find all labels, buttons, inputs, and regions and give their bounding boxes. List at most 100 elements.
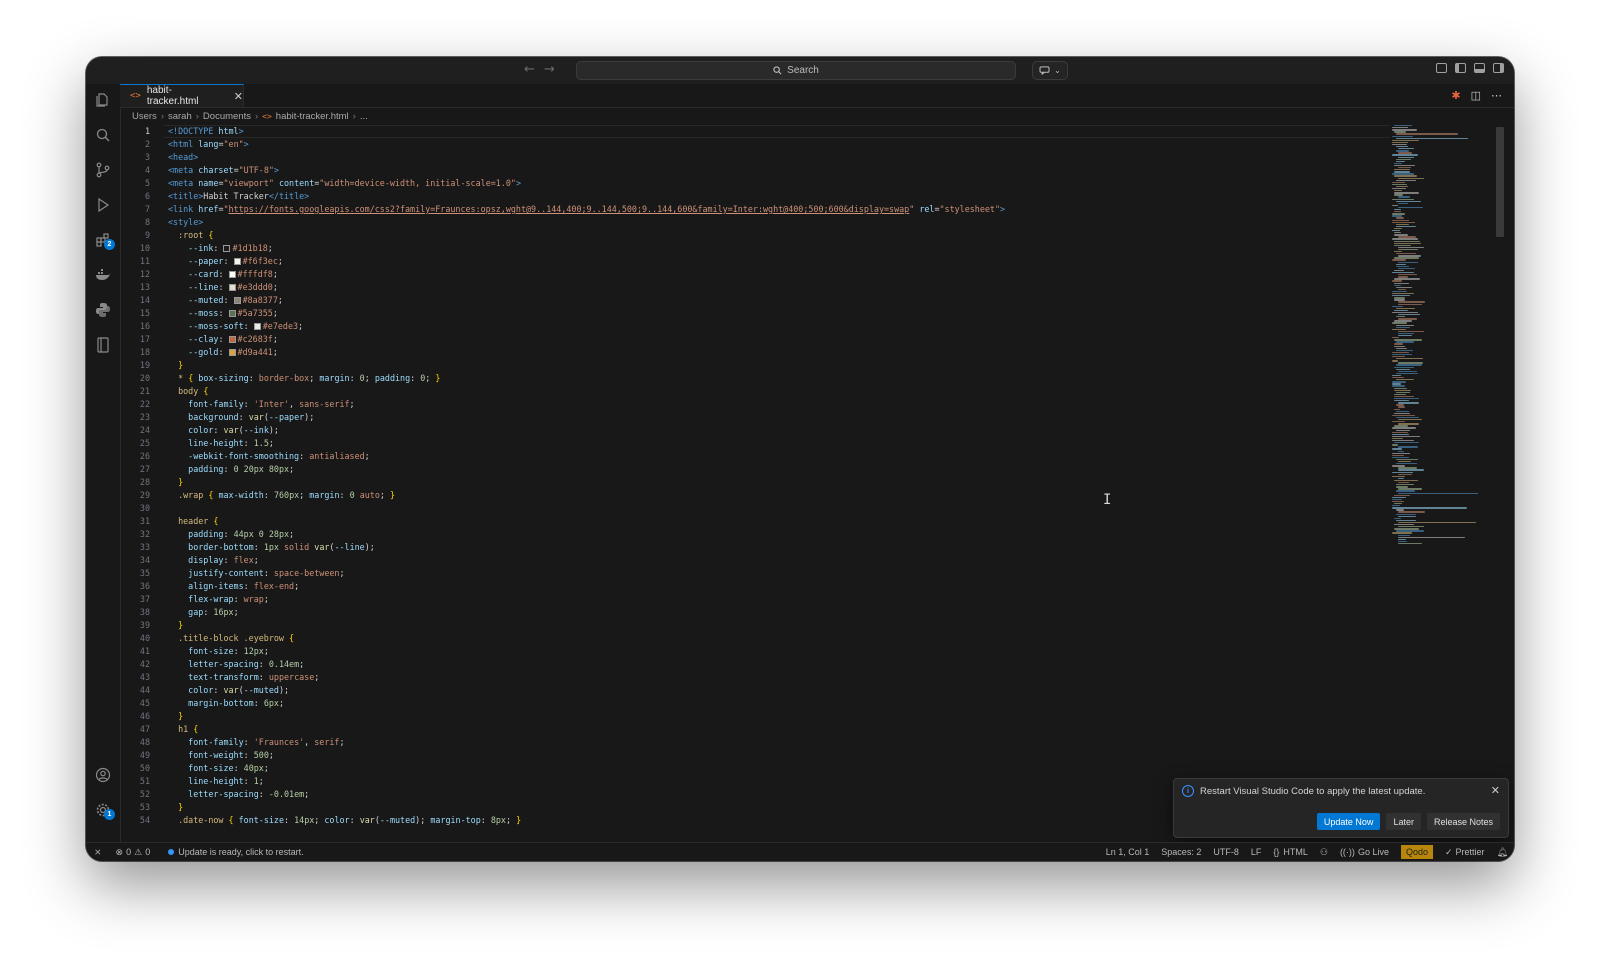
encoding[interactable]: UTF-8 (1213, 847, 1239, 857)
color-swatch[interactable] (233, 297, 241, 304)
code-line[interactable]: 28 } (120, 476, 1390, 489)
code-line[interactable]: 15 --moss: #5a7355; (120, 307, 1390, 320)
go-live[interactable]: ((·)) Go Live (1340, 847, 1389, 857)
code-line[interactable]: 2 <html lang="en"> (120, 138, 1390, 151)
code-line[interactable]: 47 h1 { (120, 723, 1390, 736)
code-line[interactable]: 7 <link href="https://fonts.googleapis.co… (120, 203, 1390, 216)
code-line[interactable]: 38 gap: 16px; (120, 606, 1390, 619)
color-swatch[interactable] (228, 349, 236, 356)
code-line[interactable]: 23 background: var(--paper); (120, 411, 1390, 424)
code-line[interactable]: 5 <meta name="viewport" content="width=de… (120, 177, 1390, 190)
code-line[interactable]: 48 font-family: 'Fraunces', serif; (120, 736, 1390, 749)
problems-indicator[interactable]: ⊗ 0 ⚠ 0 (116, 847, 151, 858)
code-line[interactable]: 3 <head> (120, 151, 1390, 164)
python-icon[interactable] (86, 296, 120, 324)
toggle-secondary-sidebar-icon[interactable] (1493, 63, 1504, 73)
code-line[interactable]: 20 * { box-sizing: border-box; margin: 0… (120, 372, 1390, 385)
release-notes-button[interactable]: Release Notes (1426, 813, 1500, 830)
vertical-scrollbar[interactable] (1496, 127, 1504, 237)
code-line[interactable]: 27 padding: 0 20px 80px; (120, 463, 1390, 476)
later-button[interactable]: Later (1386, 813, 1421, 830)
code-line[interactable]: 31 header { (120, 515, 1390, 528)
breadcrumb-item[interactable]: sarah (168, 111, 192, 122)
code-line[interactable]: 35 justify-content: space-between; (120, 567, 1390, 580)
code-line[interactable]: 10 --ink: #1d1b18; (120, 242, 1390, 255)
code-line[interactable]: 14 --muted: #8a8377; (120, 294, 1390, 307)
claude-icon[interactable]: ✱ (1451, 89, 1460, 102)
code-editor[interactable]: 1 <!DOCTYPE html> 2 <html lang="en"> 3 <head>… (120, 125, 1390, 843)
code-line[interactable]: 34 display: flex; (120, 554, 1390, 567)
minimap[interactable] (1390, 125, 1478, 545)
code-line[interactable]: 6 <title>Habit Tracker</title> (120, 190, 1390, 203)
run-debug-icon[interactable] (86, 191, 120, 219)
code-line[interactable]: 18 --gold: #d9a441; (120, 346, 1390, 359)
notebook-icon[interactable] (86, 331, 120, 359)
code-line[interactable]: 39 } (120, 619, 1390, 632)
code-line[interactable]: 32 padding: 44px 0 28px; (120, 528, 1390, 541)
customize-layout-icon[interactable] (1436, 63, 1447, 73)
code-line[interactable]: 21 body { (120, 385, 1390, 398)
split-editor-icon[interactable]: ◫ (1471, 89, 1481, 102)
indentation[interactable]: Spaces: 2 (1161, 847, 1201, 857)
color-swatch[interactable] (228, 310, 236, 317)
qodo-status[interactable]: Qodo (1400, 845, 1433, 859)
code-line[interactable]: 4 <meta charset="UTF-8"> (120, 164, 1390, 177)
code-line[interactable]: 13 --line: #e3ddd0; (120, 281, 1390, 294)
code-line[interactable]: 29 .wrap { max-width: 760px; margin: 0 a… (120, 489, 1390, 502)
language-mode[interactable]: {} HTML (1273, 847, 1308, 857)
command-center-search[interactable]: Search (576, 61, 1016, 80)
code-line[interactable]: 37 flex-wrap: wrap; (120, 593, 1390, 606)
extensions-icon[interactable]: 2 (86, 226, 120, 254)
code-line[interactable]: 12 --card: #fffdf8; (120, 268, 1390, 281)
code-line[interactable]: 11 --paper: #f6f3ec; (120, 255, 1390, 268)
toggle-primary-sidebar-icon[interactable] (1455, 63, 1466, 73)
update-now-button[interactable]: Update Now (1316, 813, 1381, 830)
color-swatch[interactable] (223, 245, 231, 252)
notifications-bell-icon[interactable]: 🔔︎ (1497, 847, 1508, 858)
code-line[interactable]: 17 --clay: #c2683f; (120, 333, 1390, 346)
code-line[interactable]: 9 :root { (120, 229, 1390, 242)
accounts-icon[interactable] (86, 761, 120, 789)
breadcrumb-item[interactable]: Users (132, 111, 157, 122)
code-line[interactable]: 49 font-weight: 500; (120, 749, 1390, 762)
manage-gear-icon[interactable]: 1 (86, 796, 120, 824)
code-line[interactable]: 1 <!DOCTYPE html> (120, 125, 1390, 138)
code-line[interactable]: 16 --moss-soft: #e7ede3; (120, 320, 1390, 333)
docker-icon[interactable] (86, 261, 120, 289)
close-icon[interactable]: ✕ (1491, 784, 1500, 797)
code-line[interactable]: 50 font-size: 40px; (120, 762, 1390, 775)
code-line[interactable]: 44 color: var(--muted); (120, 684, 1390, 697)
breadcrumb-item[interactable]: habit-tracker.html (276, 111, 349, 122)
cursor-position[interactable]: Ln 1, Col 1 (1106, 847, 1150, 857)
code-line[interactable]: 36 align-items: flex-end; (120, 580, 1390, 593)
code-line[interactable]: 26 -webkit-font-smoothing: antialiased; (120, 450, 1390, 463)
tab-habit-tracker[interactable]: <> habit-tracker.html ✕ (120, 84, 244, 107)
color-swatch[interactable] (253, 323, 261, 330)
code-line[interactable]: 43 text-transform: uppercase; (120, 671, 1390, 684)
color-swatch[interactable] (228, 284, 236, 291)
code-line[interactable]: 40 .title-block .eyebrow { (120, 632, 1390, 645)
code-line[interactable]: 22 font-family: 'Inter', sans-serif; (120, 398, 1390, 411)
color-swatch[interactable] (228, 336, 236, 343)
code-line[interactable]: 33 border-bottom: 1px solid var(--line); (120, 541, 1390, 554)
breadcrumb-item[interactable]: ... (360, 111, 368, 122)
search-icon[interactable] (86, 121, 120, 149)
color-swatch[interactable] (228, 271, 236, 278)
code-line[interactable]: 42 letter-spacing: 0.14em; (120, 658, 1390, 671)
code-line[interactable]: 24 color: var(--ink); (120, 424, 1390, 437)
code-line[interactable]: 46 } (120, 710, 1390, 723)
code-line[interactable]: 25 line-height: 1.5; (120, 437, 1390, 450)
forward-arrow-icon[interactable]: → (544, 62, 555, 77)
explorer-icon[interactable] (86, 86, 120, 114)
remote-indicator-icon[interactable]: ⨯ (86, 847, 108, 858)
source-control-icon[interactable] (86, 156, 120, 184)
copilot-status-icon[interactable]: ⚇ (1320, 847, 1328, 858)
toggle-panel-icon[interactable] (1474, 63, 1485, 73)
update-status[interactable]: Update is ready, click to restart. (168, 847, 304, 857)
more-actions-icon[interactable]: ⋯ (1491, 89, 1502, 102)
code-line[interactable]: 45 margin-bottom: 6px; (120, 697, 1390, 710)
close-icon[interactable]: ✕ (234, 90, 243, 103)
color-swatch[interactable] (233, 258, 241, 265)
breadcrumb-item[interactable]: Documents (203, 111, 251, 122)
code-line[interactable]: 30 (120, 502, 1390, 515)
